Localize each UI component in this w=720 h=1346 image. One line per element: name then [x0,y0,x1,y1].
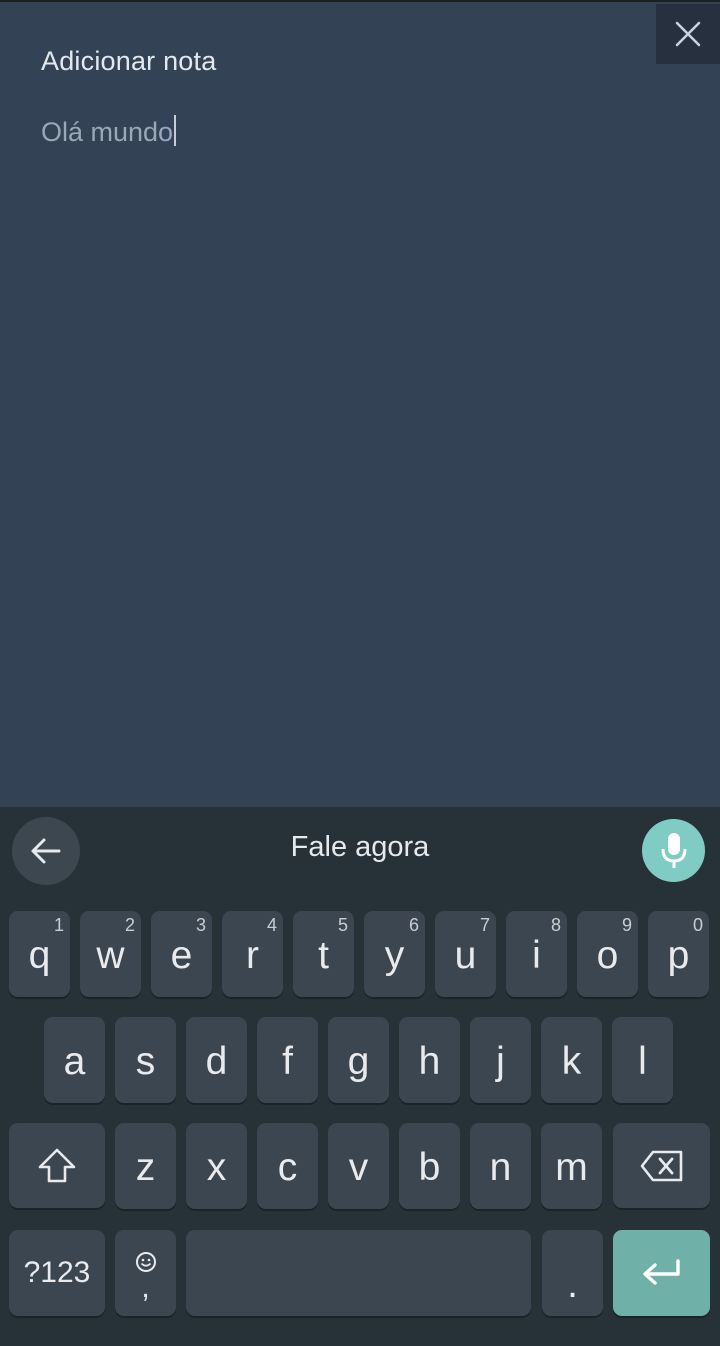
key-q[interactable]: q1 [9,911,70,997]
period-label: . [567,1263,578,1306]
key-p-number-hint: 0 [692,915,703,935]
key-i[interactable]: i8 [506,911,567,997]
period-key[interactable]: . [542,1230,603,1316]
close-icon [675,21,701,47]
key-r-number-hint: 4 [266,915,277,935]
key-d-label: d [205,1040,228,1083]
key-b[interactable]: b [399,1123,460,1209]
key-r-label: r [246,934,259,977]
comma-label: , [141,1271,150,1304]
key-e[interactable]: e3 [151,911,212,997]
key-p[interactable]: p0 [648,911,709,997]
key-m-label: m [555,1146,588,1189]
emoji-icon [135,1252,156,1272]
key-e-number-hint: 3 [195,915,206,935]
symbols-label: ?123 [23,1256,91,1289]
key-j-label: j [496,1040,505,1083]
key-e-label: e [170,934,193,977]
key-x[interactable]: x [186,1123,247,1209]
enter-icon [642,1259,680,1285]
key-v[interactable]: v [328,1123,389,1209]
key-l[interactable]: l [612,1017,673,1103]
key-s-label: s [135,1040,156,1083]
key-g-label: g [347,1040,370,1083]
space-key[interactable] [186,1230,531,1316]
key-i-number-hint: 8 [550,915,561,935]
key-i-label: i [532,934,541,977]
key-v-label: v [348,1146,369,1189]
key-p-label: p [667,934,690,977]
note-title: Adicionar nota [41,46,217,76]
key-a[interactable]: a [44,1017,105,1103]
key-y-number-hint: 6 [408,915,419,935]
note-text-value: Olá mundo [41,117,174,147]
key-a-label: a [63,1040,86,1083]
key-h[interactable]: h [399,1017,460,1103]
shift-icon [38,1148,76,1182]
key-j[interactable]: j [470,1017,531,1103]
key-q-label: q [28,934,51,977]
key-o-label: o [596,934,619,977]
note-editor: Adicionar nota Olá mundo [0,2,720,807]
enter-key[interactable] [613,1230,710,1316]
key-o[interactable]: o9 [577,911,638,997]
key-f[interactable]: f [257,1017,318,1103]
backspace-key[interactable] [613,1123,710,1208]
note-text-input[interactable]: Olá mundo [41,115,177,148]
symbols-key[interactable]: ?123 [9,1230,105,1316]
microphone-icon [661,832,686,868]
key-s[interactable]: s [115,1017,176,1103]
key-k-label: k [561,1040,582,1083]
key-z-label: z [135,1146,156,1189]
key-l-label: l [638,1040,647,1083]
key-u-label: u [454,934,477,977]
key-n[interactable]: n [470,1123,531,1209]
key-z[interactable]: z [115,1123,176,1209]
key-k[interactable]: k [541,1017,602,1103]
key-c[interactable]: c [257,1123,318,1209]
key-q-number-hint: 1 [53,915,64,935]
voice-prompt: Fale agora [290,831,430,863]
key-y-label: y [384,934,405,977]
key-r[interactable]: r4 [222,911,283,997]
key-w-label: w [96,934,125,977]
key-u-number-hint: 7 [479,915,490,935]
key-n-label: n [489,1146,512,1189]
key-o-number-hint: 9 [621,915,632,935]
key-x-label: x [206,1146,227,1189]
emoji-comma-key[interactable]: , [115,1230,176,1316]
key-t[interactable]: t5 [293,911,354,997]
microphone-button[interactable] [642,819,705,882]
key-f-label: f [282,1040,293,1083]
key-y[interactable]: y6 [364,911,425,997]
key-b-label: b [418,1146,441,1189]
key-u[interactable]: u7 [435,911,496,997]
shift-key[interactable] [9,1123,105,1208]
key-t-label: t [318,934,329,977]
close-button[interactable] [656,4,720,64]
key-w[interactable]: w2 [80,911,141,997]
key-c-label: c [277,1146,298,1189]
key-h-label: h [418,1040,441,1083]
backspace-icon [640,1150,682,1181]
key-m[interactable]: m [541,1123,602,1209]
key-g[interactable]: g [328,1017,389,1103]
key-d[interactable]: d [186,1017,247,1103]
text-caret [174,115,177,146]
key-t-number-hint: 5 [337,915,348,935]
key-w-number-hint: 2 [124,915,135,935]
keyboard: Fale agora q1w2e3r4t5y6u7i8o9p0 asdfghjk… [0,807,720,1346]
